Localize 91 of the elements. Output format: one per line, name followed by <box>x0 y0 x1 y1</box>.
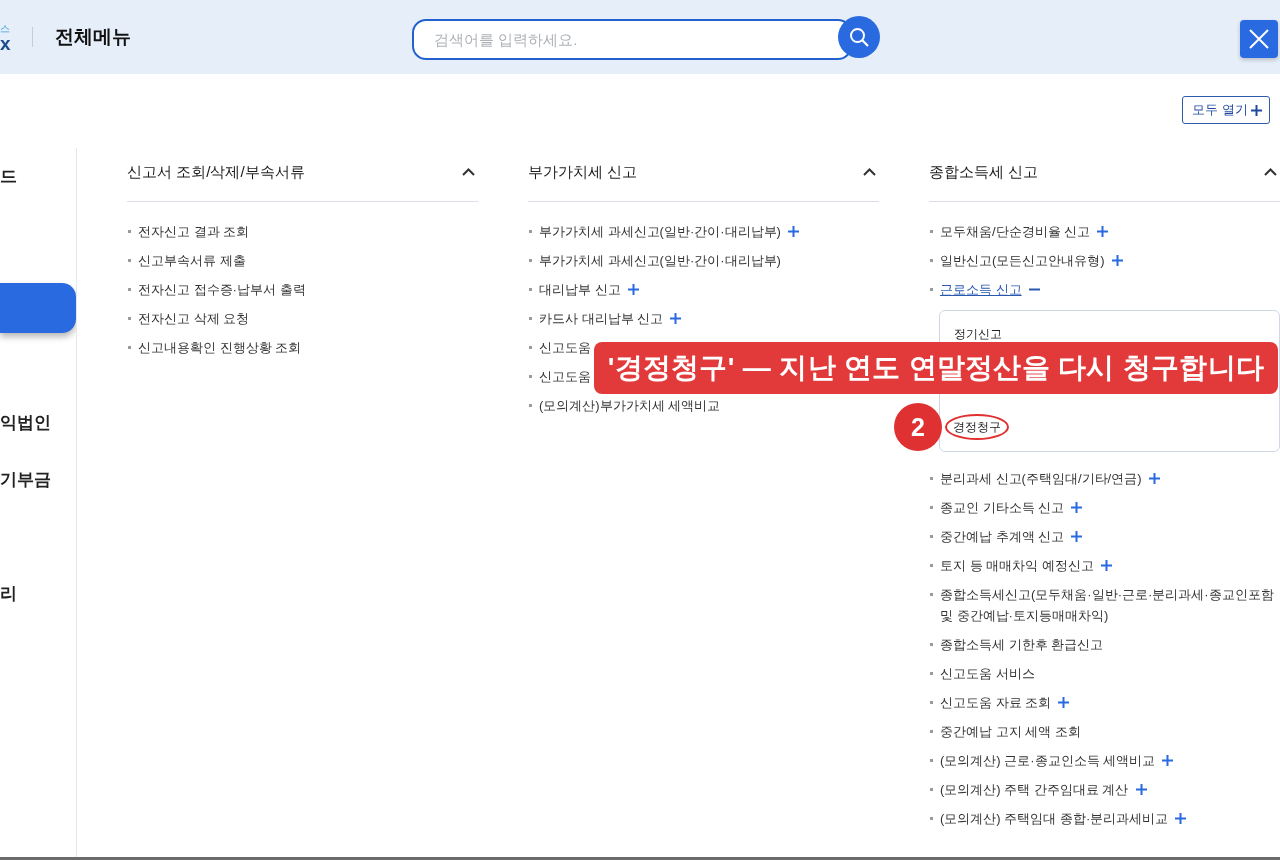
menu-link[interactable]: 종합소득세신고(모두채움·일반·근로·분리과세·종교인포함 및 중간예납·토지등매매차익) <box>940 584 1280 626</box>
submenu-link[interactable]: 경정청구 <box>945 414 1009 440</box>
bullet-icon <box>128 259 131 262</box>
bullet-icon <box>930 477 933 480</box>
page-title: 전체메뉴 <box>55 25 131 49</box>
menu-link[interactable]: 신고내용확인 진행상황 조회 <box>138 337 302 358</box>
menu-link[interactable]: 대리납부 신고 <box>539 279 621 300</box>
section-title: 신고서 조회/삭제/부속서류 <box>127 161 305 182</box>
plus-icon[interactable] <box>627 284 639 295</box>
menu-link[interactable]: 신고도움 서비스 <box>940 663 1035 684</box>
bullet-icon <box>930 259 933 262</box>
plus-icon[interactable] <box>1071 531 1083 542</box>
plus-icon[interactable] <box>1148 473 1160 484</box>
menu-link[interactable]: 전자신고 결과 조회 <box>138 221 250 242</box>
section-title: 부가가치세 신고 <box>528 161 638 182</box>
menu-link[interactable]: 모두채움/단순경비율 신고 <box>940 221 1091 242</box>
bullet-icon <box>930 672 933 675</box>
plus-icon[interactable] <box>670 313 682 324</box>
sidebar-item[interactable] <box>0 283 76 333</box>
bullet-icon <box>529 259 532 262</box>
menu-link[interactable]: 신고도움 자료 조회 <box>940 692 1052 713</box>
menu-link[interactable]: 신고도움 <box>539 337 591 358</box>
menu-link[interactable]: 종합소득세 기한후 환급신고 <box>940 634 1104 655</box>
plus-icon[interactable] <box>1175 813 1187 824</box>
bullet-icon <box>128 288 131 291</box>
close-icon <box>1249 29 1269 49</box>
sidebar-item[interactable]: 드 <box>0 165 17 188</box>
menu-link[interactable]: (모의계산) 근로·종교인소득 세액비교 <box>940 750 1156 771</box>
section-title: 종합소득세 신고 <box>929 161 1039 182</box>
bullet-icon <box>930 288 933 291</box>
bullet-icon <box>128 230 131 233</box>
chevron-up-icon[interactable] <box>1264 168 1277 176</box>
bullet-icon <box>930 535 933 538</box>
menu-link[interactable]: 중간예납 고지 세액 조회 <box>940 721 1081 742</box>
plus-icon[interactable] <box>787 226 799 237</box>
bullet-icon <box>529 404 532 407</box>
chevron-up-icon[interactable] <box>863 168 876 176</box>
menu-link[interactable]: (모의계산)부가가치세 세액비교 <box>539 395 721 416</box>
menu-link[interactable]: 전자신고 접수증·납부서 출력 <box>138 279 306 300</box>
bullet-icon <box>930 788 933 791</box>
bullet-icon <box>930 643 933 646</box>
plus-icon[interactable] <box>1097 226 1109 237</box>
menu-link[interactable]: 중간예납 추계액 신고 <box>940 526 1065 547</box>
bullet-icon <box>930 701 933 704</box>
plus-icon[interactable] <box>1071 502 1083 513</box>
menu-link[interactable]: 종교인 기타소득 신고 <box>940 497 1065 518</box>
close-button[interactable] <box>1240 20 1278 58</box>
plus-icon[interactable] <box>1162 755 1174 766</box>
bullet-icon <box>930 230 933 233</box>
search-button[interactable] <box>838 16 880 58</box>
menu-link[interactable]: 신고도움 <box>539 366 591 387</box>
menu-link[interactable]: 일반신고(모든신고안내유형) <box>940 250 1105 271</box>
bullet-icon <box>930 817 933 820</box>
bullet-icon <box>529 288 532 291</box>
bullet-icon <box>930 759 933 762</box>
menu-link[interactable]: 전자신고 삭제 요청 <box>138 308 250 329</box>
bullet-icon <box>128 317 131 320</box>
sidebar-item[interactable]: 익법인 <box>0 411 51 434</box>
expand-all-button[interactable]: 모두 열기 <box>1182 96 1270 124</box>
sidebar-item[interactable]: 리 <box>0 582 17 605</box>
plus-icon[interactable] <box>1111 255 1123 266</box>
logo-text: x <box>0 34 12 52</box>
step-number-badge: 2 <box>894 403 942 451</box>
sidebar-item[interactable]: 기부금 <box>0 468 51 491</box>
logo-text: 스 <box>0 22 11 35</box>
plus-icon[interactable] <box>1100 560 1112 571</box>
menu-link[interactable]: (모의계산) 주택 간주임대료 계산 <box>940 779 1129 800</box>
bullet-icon <box>128 346 131 349</box>
menu-link[interactable]: 근로소득 신고 <box>940 279 1022 300</box>
menu-link[interactable]: 부가가치세 과세신고(일반·간이·대리납부) <box>539 221 781 242</box>
menu-link[interactable]: 신고부속서류 제출 <box>138 250 246 271</box>
bullet-icon <box>930 593 933 596</box>
menu-link[interactable]: 부가가치세 과세신고(일반·간이·대리납부) <box>539 250 781 271</box>
menu-link[interactable]: 토지 등 매매차익 예정신고 <box>940 555 1094 576</box>
plus-icon[interactable] <box>1135 784 1147 795</box>
menu-link[interactable]: 카드사 대리납부 신고 <box>539 308 664 329</box>
menu-link[interactable]: 분리과세 신고(주택임대/기타/연금) <box>940 468 1142 489</box>
search-icon <box>849 27 869 47</box>
bullet-icon <box>529 317 532 320</box>
bullet-icon <box>529 230 532 233</box>
bullet-icon <box>930 730 933 733</box>
bullet-icon <box>529 375 532 378</box>
plus-icon <box>1251 104 1262 116</box>
callout-banner: '경정청구' — 지난 연도 연말정산을 다시 청구합니다 <box>594 342 1278 394</box>
submenu-link[interactable]: 정기신고 <box>954 325 1002 343</box>
menu-link[interactable]: (모의계산) 주택임대 종합·분리과세비교 <box>940 808 1169 829</box>
plus-icon[interactable] <box>1058 697 1070 708</box>
chevron-up-icon[interactable] <box>462 168 475 176</box>
bullet-icon <box>930 564 933 567</box>
bullet-icon <box>529 346 532 349</box>
bullet-icon <box>930 506 933 509</box>
